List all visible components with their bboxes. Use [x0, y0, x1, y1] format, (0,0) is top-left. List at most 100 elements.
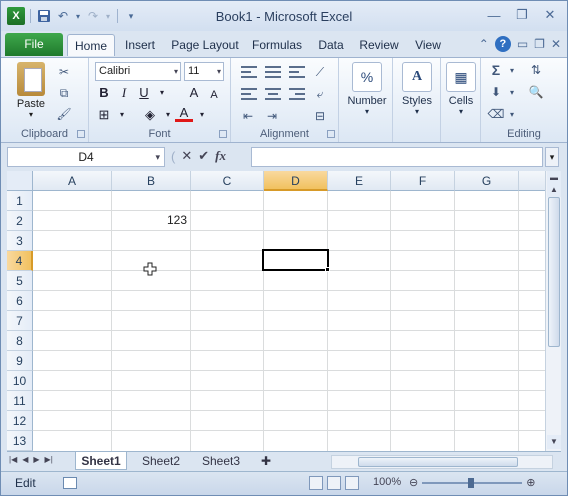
enter-icon[interactable]: ✔	[198, 148, 209, 164]
column-header-d[interactable]: D	[264, 171, 328, 191]
borders-dropdown-icon[interactable]: ▾	[113, 106, 131, 124]
help-icon[interactable]: ?	[494, 36, 511, 52]
column-header-e[interactable]: E	[328, 171, 391, 191]
font-color-dropdown-icon[interactable]: ▾	[193, 106, 211, 124]
page-layout-view-icon[interactable]	[327, 476, 341, 490]
sheet-tab-sheet1[interactable]: Sheet1	[75, 452, 127, 470]
restore-icon[interactable]: ❐	[509, 5, 535, 25]
expand-formula-bar-icon[interactable]: ▾	[545, 147, 559, 167]
orientation-icon[interactable]: ⟋	[311, 64, 329, 80]
last-sheet-icon[interactable]: ▶|	[45, 455, 53, 464]
bold-button[interactable]: B	[95, 84, 113, 102]
tab-formulas[interactable]: Formulas	[249, 34, 305, 56]
paste-button[interactable]: Paste ▾	[9, 62, 53, 119]
scroll-thumb[interactable]	[358, 457, 518, 467]
row-header-6[interactable]: 6	[7, 291, 33, 311]
align-top-icon[interactable]	[241, 66, 257, 78]
underline-dropdown-icon[interactable]: ▾	[153, 84, 171, 102]
tab-review[interactable]: Review	[355, 34, 403, 56]
page-break-view-icon[interactable]	[345, 476, 359, 490]
align-left-icon[interactable]	[241, 88, 257, 100]
zoom-slider[interactable]: ⊖ ⊕	[409, 476, 535, 489]
column-header-a[interactable]: A	[33, 171, 112, 191]
next-sheet-icon[interactable]: ▶	[33, 455, 39, 464]
align-right-icon[interactable]	[289, 88, 305, 100]
row-header-12[interactable]: 12	[7, 411, 33, 431]
paste-dropdown-icon[interactable]: ▾	[9, 110, 53, 119]
minimize-icon[interactable]: —	[481, 5, 507, 25]
decrease-indent-icon[interactable]: ⇤	[239, 108, 257, 124]
column-header-c[interactable]: C	[191, 171, 264, 191]
chevron-down-icon[interactable]: ▾	[217, 63, 221, 80]
sheet-tab-sheet3[interactable]: Sheet3	[193, 452, 249, 470]
close-icon[interactable]: ✕	[537, 5, 563, 25]
wrap-text-icon[interactable]: ⤶	[311, 86, 329, 102]
zoom-knob[interactable]	[468, 477, 475, 488]
grow-font-button[interactable]: A	[185, 84, 203, 102]
row-header-9[interactable]: 9	[7, 351, 33, 371]
tab-file[interactable]: File	[5, 33, 63, 56]
dialog-launcher-icon[interactable]	[77, 130, 85, 138]
column-header-f[interactable]: F	[391, 171, 455, 191]
column-header-partial[interactable]	[519, 171, 545, 191]
styles-button[interactable]: A Styles ▾	[395, 62, 439, 116]
tab-insert[interactable]: Insert	[119, 34, 161, 56]
minimize-ribbon-icon[interactable]: ⌃	[479, 37, 489, 51]
shrink-font-button[interactable]: A	[205, 86, 223, 104]
dialog-launcher-icon[interactable]	[327, 130, 335, 138]
italic-button[interactable]: I	[115, 84, 133, 102]
dialog-launcher-icon[interactable]	[219, 130, 227, 138]
sheet-tab-sheet2[interactable]: Sheet2	[133, 452, 189, 470]
doc-restore-icon[interactable]: ❐	[534, 37, 545, 51]
first-sheet-icon[interactable]: |◀	[9, 455, 17, 464]
tab-home[interactable]: Home	[67, 34, 115, 56]
active-cell-d4[interactable]	[262, 249, 329, 271]
format-painter-icon[interactable]: 🖌	[55, 106, 73, 122]
find-select-icon[interactable]: 🔍	[527, 84, 545, 100]
column-header-g[interactable]: G	[455, 171, 519, 191]
row-header-13[interactable]: 13	[7, 431, 33, 451]
scroll-up-icon[interactable]: ▲	[547, 183, 561, 197]
insert-function-button[interactable]: fx	[215, 148, 226, 164]
doc-close-icon[interactable]: ✕	[551, 37, 561, 51]
clear-dropdown-icon[interactable]: ▾	[503, 106, 521, 122]
font-color-button[interactable]: A	[175, 104, 193, 122]
row-header-7[interactable]: 7	[7, 311, 33, 331]
chevron-down-icon[interactable]: ▾	[155, 148, 160, 166]
row-header-10[interactable]: 10	[7, 371, 33, 391]
row-header-11[interactable]: 11	[7, 391, 33, 411]
name-box[interactable]: D4 ▾	[7, 147, 165, 167]
worksheet-grid[interactable]: A B C D E F G 1 2 3 4 5 6 7 8 9 10 11 12…	[7, 171, 545, 451]
vertical-scrollbar[interactable]: ▬ ▲ ▼	[545, 171, 561, 451]
cells-button[interactable]: ▦ Cells ▾	[441, 62, 481, 116]
insert-sheet-icon[interactable]: ✚	[257, 452, 275, 470]
tab-view[interactable]: View	[409, 34, 447, 56]
align-center-icon[interactable]	[265, 88, 281, 100]
chevron-down-icon[interactable]: ▾	[174, 63, 178, 80]
cut-icon[interactable]: ✂	[55, 64, 73, 80]
number-button[interactable]: % Number ▾	[345, 62, 389, 116]
align-bottom-icon[interactable]	[289, 66, 305, 78]
formula-input[interactable]	[251, 147, 543, 167]
row-header-8[interactable]: 8	[7, 331, 33, 351]
tab-data[interactable]: Data	[313, 34, 349, 56]
prev-sheet-icon[interactable]: ◀	[22, 455, 28, 464]
font-size-box[interactable]: 11 ▾	[184, 62, 224, 81]
row-header-2[interactable]: 2	[7, 211, 33, 231]
row-header-4[interactable]: 4	[7, 251, 33, 271]
merge-center-icon[interactable]: ⊟	[311, 108, 329, 124]
increase-indent-icon[interactable]: ⇥	[263, 108, 281, 124]
underline-button[interactable]: U	[135, 84, 153, 102]
doc-minimize-icon[interactable]: ▭	[517, 37, 528, 51]
cancel-icon[interactable]: ✕	[181, 148, 192, 164]
row-header-3[interactable]: 3	[7, 231, 33, 251]
sort-filter-icon[interactable]: ⇅	[527, 62, 545, 78]
normal-view-icon[interactable]	[309, 476, 323, 490]
tab-page-layout[interactable]: Page Layout	[169, 34, 241, 56]
autosum-dropdown-icon[interactable]: ▾	[503, 62, 521, 78]
row-header-1[interactable]: 1	[7, 191, 33, 211]
scroll-down-icon[interactable]: ▼	[547, 435, 561, 449]
copy-icon[interactable]: ⧉	[55, 85, 73, 101]
column-header-b[interactable]: B	[112, 171, 191, 191]
zoom-out-icon[interactable]: ⊖	[409, 476, 418, 489]
